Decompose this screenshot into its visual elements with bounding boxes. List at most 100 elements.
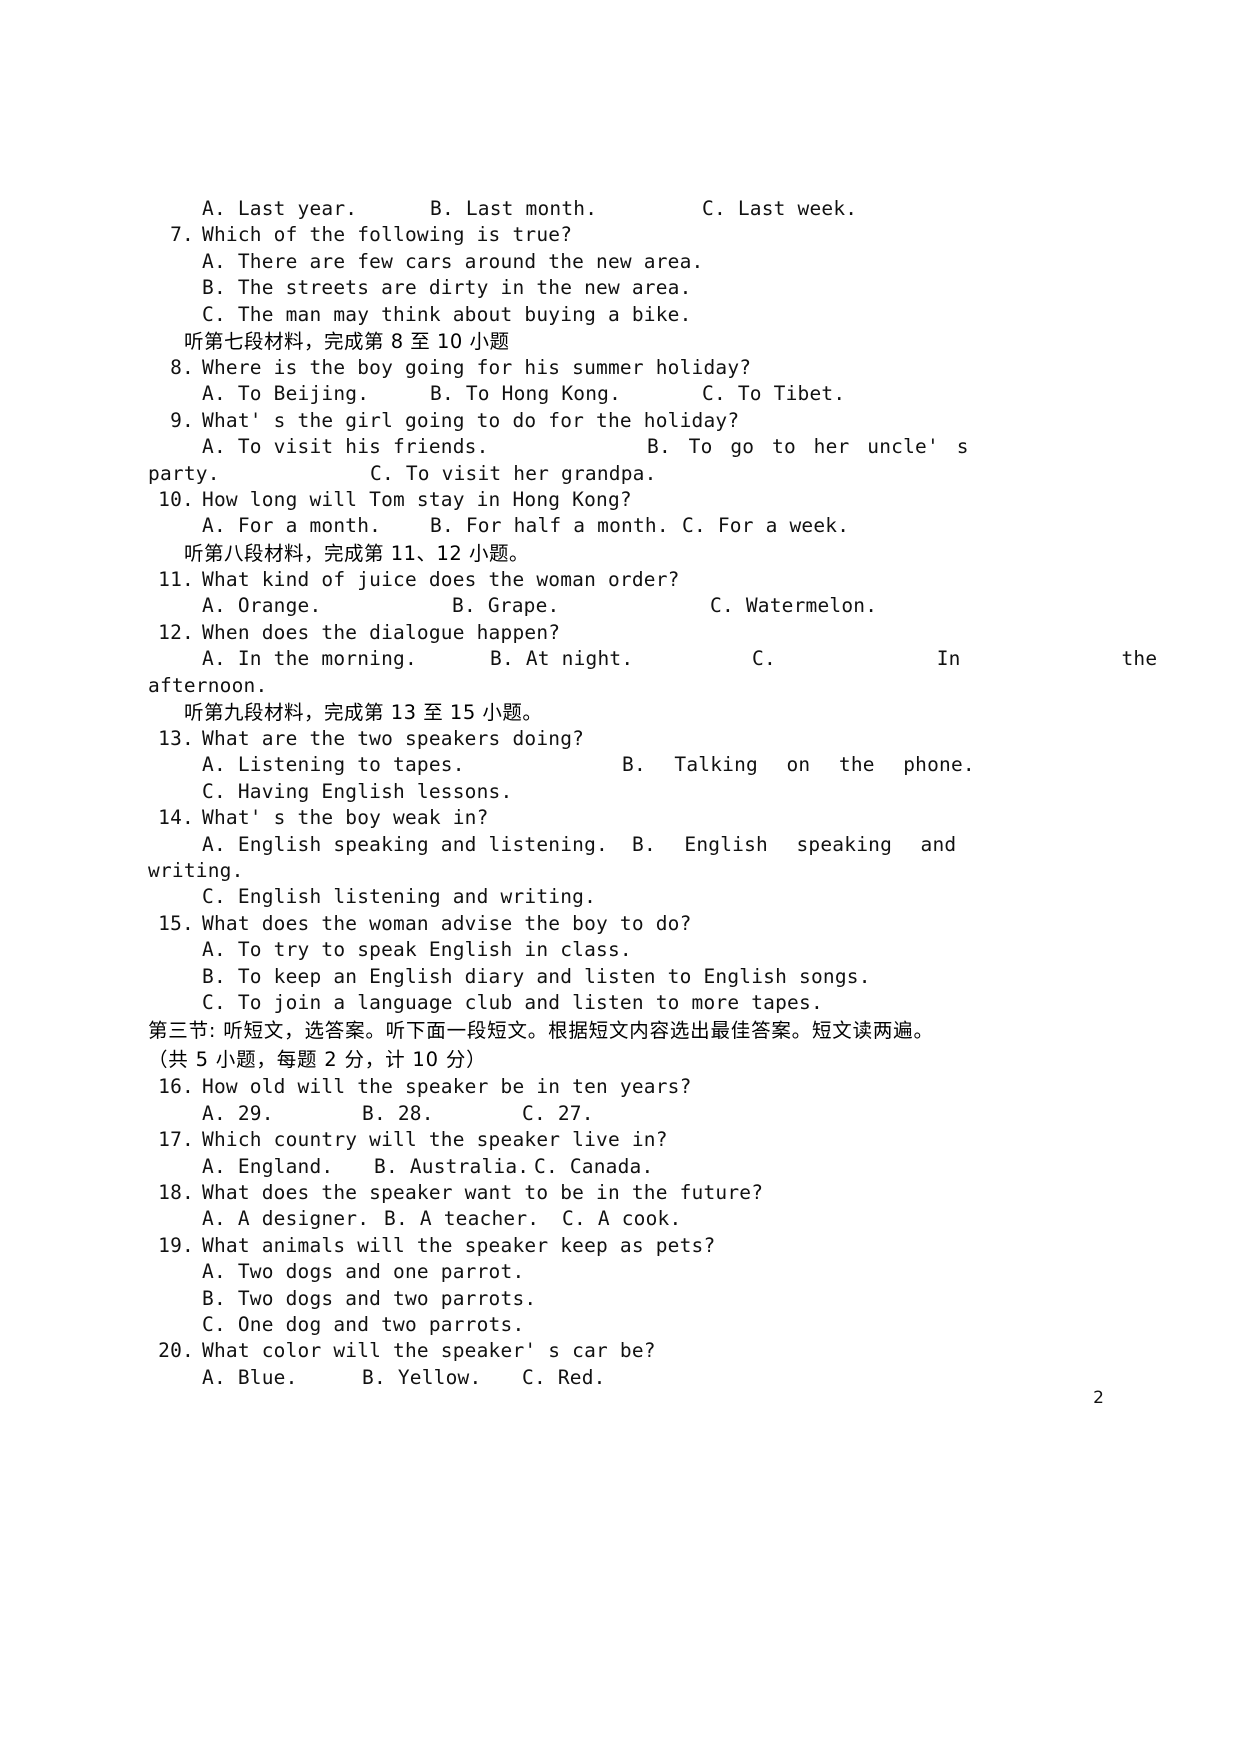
option-a: A. To Beijing.	[202, 382, 370, 406]
option-b: B. Australia.	[374, 1154, 530, 1178]
answer-options-row: A. To visit his friends. B. To go to her…	[148, 434, 968, 460]
part-three-heading: 第三节: 听短文，选答案。听下面一段短文。根据短文内容选出最佳答案。短文读两遍。	[148, 1019, 934, 1043]
option-c: C. A cook.	[562, 1207, 682, 1231]
option-b: B. The streets are dirty in the new area…	[202, 276, 692, 300]
question-number: 8.	[170, 356, 194, 380]
question-text: What color will the speaker' s car be?	[202, 1339, 656, 1363]
option-a: A. For a month.	[202, 514, 382, 538]
option-c: C. 27.	[522, 1101, 594, 1125]
question-text: When does the dialogue happen?	[202, 620, 561, 644]
option-a: A. Orange.	[202, 594, 322, 618]
question-number: 20.	[158, 1339, 194, 1363]
question-number: 10.	[158, 488, 194, 512]
question-item: 16. How old will the speaker be in ten y…	[148, 1074, 948, 1100]
answer-options-row: A. Last year. B. Last month. C. Last wee…	[148, 196, 948, 222]
question-number: 9.	[170, 408, 194, 432]
option-b: B. To Hong Kong.	[430, 382, 622, 406]
question-item: 17. Which country will the speaker live …	[148, 1127, 948, 1153]
question-text: Where is the boy going for his summer ho…	[202, 356, 752, 380]
option-b: B. Grape.	[452, 594, 560, 618]
option-b: B. To go to her uncle' s	[647, 435, 969, 459]
option-c: C. Canada.	[534, 1154, 654, 1178]
question-item: 13. What are the two speakers doing?	[148, 726, 948, 752]
option-b-continuation: writing.	[148, 858, 244, 882]
option-c: C. Watermelon.	[710, 594, 878, 618]
question-number: 14.	[158, 806, 194, 830]
question-text: What are the two speakers doing?	[202, 726, 585, 750]
option-c: C. One dog and two parrots.	[202, 1313, 525, 1337]
question-item: 12. When does the dialogue happen?	[148, 620, 948, 646]
listening-section-heading: 听第七段材料，完成第 8 至 10 小题	[184, 330, 510, 354]
question-item: 7. Which of the following is true?	[148, 222, 948, 248]
option-b: B. Talking on the phone.	[622, 753, 975, 777]
question-text: What does the speaker want to be in the …	[202, 1181, 764, 1204]
option-a: A. In the morning.	[202, 647, 417, 671]
answer-options-row: A. Listening to tapes. B. Talking on the…	[148, 752, 975, 778]
option-a: A. Two dogs and one parrot.	[202, 1260, 525, 1284]
question-number: 17.	[158, 1128, 194, 1152]
question-text: What does the woman advise the boy to do…	[202, 911, 692, 935]
question-text: What' s the boy weak in?	[202, 806, 489, 830]
question-text: How old will the speaker be in ten years…	[202, 1075, 692, 1099]
option-a: A. A designer.	[202, 1207, 370, 1231]
option-a: A. Listening to tapes.	[202, 753, 465, 777]
question-number: 11.	[158, 567, 194, 591]
question-item: 11. What kind of juice does the woman or…	[148, 567, 948, 593]
answer-options-row: A. In the morning. B. At night. C. In th…	[148, 646, 1157, 672]
page-number: 2	[1093, 1388, 1104, 1408]
listening-section-heading: 听第八段材料，完成第 11、12 小题。	[184, 541, 530, 565]
option-c: C. To visit her grandpa.	[370, 461, 657, 485]
question-number: 12.	[158, 620, 194, 644]
option-b: B. 28.	[362, 1101, 434, 1125]
question-text: What kind of juice does the woman order?	[202, 567, 680, 591]
option-b-continuation: party.	[148, 461, 220, 485]
option-c: C. Having English lessons.	[202, 779, 513, 803]
option-b: B. To keep an English diary and listen t…	[202, 964, 871, 988]
option-a: A. To visit his friends.	[202, 435, 489, 459]
listening-section-heading: 听第九段材料，完成第 13 至 15 小题。	[184, 700, 543, 724]
answer-options-row: A. Orange. B. Grape. C. Watermelon.	[148, 593, 948, 619]
exam-content-body: A. Last year. B. Last month. C. Last wee…	[148, 196, 1157, 1391]
option-a: A. To try to speak English in class.	[202, 938, 632, 962]
question-number: 19.	[158, 1233, 194, 1257]
question-item: 8. Where is the boy going for his summer…	[148, 355, 948, 381]
question-text: What' s the girl going to do for the hol…	[202, 408, 740, 432]
option-c: C. English listening and writing.	[202, 885, 597, 909]
question-number: 16.	[158, 1075, 194, 1099]
question-item: 18. What does the speaker want to be in …	[148, 1180, 948, 1206]
option-b: B. Yellow.	[362, 1365, 482, 1389]
option-c: C. To join a language club and listen to…	[202, 990, 823, 1014]
question-text: Which of the following is true?	[202, 223, 573, 247]
option-b: B. Two dogs and two parrots.	[202, 1286, 537, 1310]
answer-options-row: A. For a month. B. For half a month. C. …	[148, 513, 948, 539]
option-b: B. For half a month.	[430, 514, 669, 538]
question-number: 13.	[158, 726, 194, 750]
option-b: B. A teacher.	[384, 1207, 540, 1231]
option-a: A. Last year.	[202, 197, 358, 220]
option-c: C. Red.	[522, 1365, 606, 1389]
option-a: A. English speaking and listening.	[202, 832, 608, 856]
question-item: 20. What color will the speaker' s car b…	[148, 1338, 948, 1364]
question-number: 18.	[158, 1181, 194, 1204]
answer-options-row: A. English speaking and listening. B. En…	[148, 832, 956, 858]
question-text: How long will Tom stay in Hong Kong?	[202, 488, 632, 512]
answer-options-row: party. C. To visit her grandpa.	[148, 461, 948, 487]
option-a: A. There are few cars around the new are…	[202, 249, 704, 273]
option-a: A. Blue.	[202, 1365, 298, 1389]
option-b: B. At night.	[490, 647, 634, 671]
answer-options-row: A. Blue. B. Yellow. C. Red.	[148, 1365, 948, 1391]
option-c: C. Last week.	[702, 197, 858, 220]
option-c: C. In the	[752, 647, 1158, 671]
question-number: 7.	[170, 223, 194, 247]
option-c: C. For a week.	[682, 514, 850, 538]
question-text: What animals will the speaker keep as pe…	[202, 1233, 716, 1257]
question-item: 9. What' s the girl going to do for the …	[148, 408, 948, 434]
option-c: C. To Tibet.	[702, 382, 846, 406]
answer-options-row: A. A designer. B. A teacher. C. A cook.	[148, 1206, 948, 1232]
option-a: A. England.	[202, 1154, 334, 1178]
answer-options-row: A. To Beijing. B. To Hong Kong. C. To Ti…	[148, 381, 948, 407]
question-item: 10. How long will Tom stay in Hong Kong?	[148, 487, 948, 513]
answer-options-row: A. England. B. Australia. C. Canada.	[148, 1154, 948, 1180]
question-text: Which country will the speaker live in?	[202, 1128, 668, 1152]
question-item: 19. What animals will the speaker keep a…	[148, 1233, 948, 1259]
